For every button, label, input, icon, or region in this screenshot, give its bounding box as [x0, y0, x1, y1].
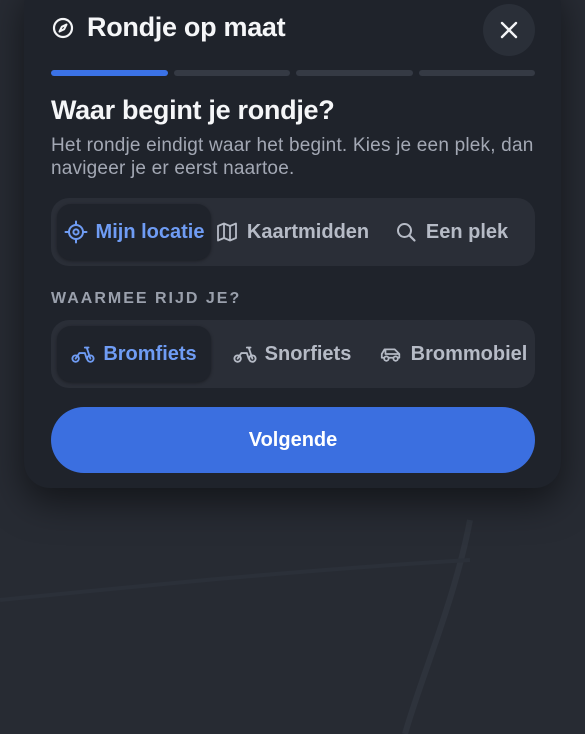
- step-description: Het rondje eindigt waar het begint. Kies…: [51, 135, 534, 179]
- compass-icon: [51, 16, 75, 40]
- step-question: Waar begint je rondje?: [51, 95, 335, 125]
- vehicle-selector: Bromfiets Snorfiets Brommobiel: [51, 320, 535, 388]
- moped-icon: [71, 342, 95, 366]
- close-button[interactable]: [483, 4, 535, 56]
- option-bromfiets[interactable]: Bromfiets: [57, 326, 211, 382]
- option-label: Bromfiets: [103, 342, 197, 365]
- progress-step-4: [418, 70, 535, 76]
- option-map-center[interactable]: Kaartmidden: [213, 204, 371, 260]
- option-label: Een plek: [425, 220, 509, 243]
- step-progress: [51, 70, 535, 76]
- map-icon: [215, 220, 239, 244]
- progress-step-2: [173, 70, 290, 76]
- search-icon: [394, 220, 418, 244]
- progress-step-1: [51, 70, 168, 76]
- dialog-header: Rondje op maat: [51, 4, 535, 56]
- option-label: Mijn locatie: [95, 220, 205, 243]
- option-label: Snorfiets: [264, 342, 352, 365]
- option-a-place[interactable]: Een plek: [373, 204, 529, 260]
- option-label: Brommobiel: [410, 342, 528, 365]
- next-button[interactable]: Volgende: [51, 407, 535, 473]
- start-point-selector: Mijn locatie Kaartmidden Een plek: [51, 198, 535, 266]
- dialog-title: Rondje op maat: [87, 12, 286, 42]
- option-snorfiets[interactable]: Snorfiets: [213, 326, 371, 382]
- option-label: Kaartmidden: [246, 220, 370, 243]
- microcar-icon: [379, 342, 403, 366]
- progress-step-3: [296, 70, 413, 76]
- locate-icon: [64, 220, 88, 244]
- scooter-icon: [233, 342, 257, 366]
- option-brommobiel[interactable]: Brommobiel: [373, 326, 533, 382]
- vehicle-section-label: WAARMEE RIJD JE?: [51, 290, 242, 307]
- close-icon: [500, 21, 518, 39]
- option-my-location[interactable]: Mijn locatie: [57, 204, 211, 260]
